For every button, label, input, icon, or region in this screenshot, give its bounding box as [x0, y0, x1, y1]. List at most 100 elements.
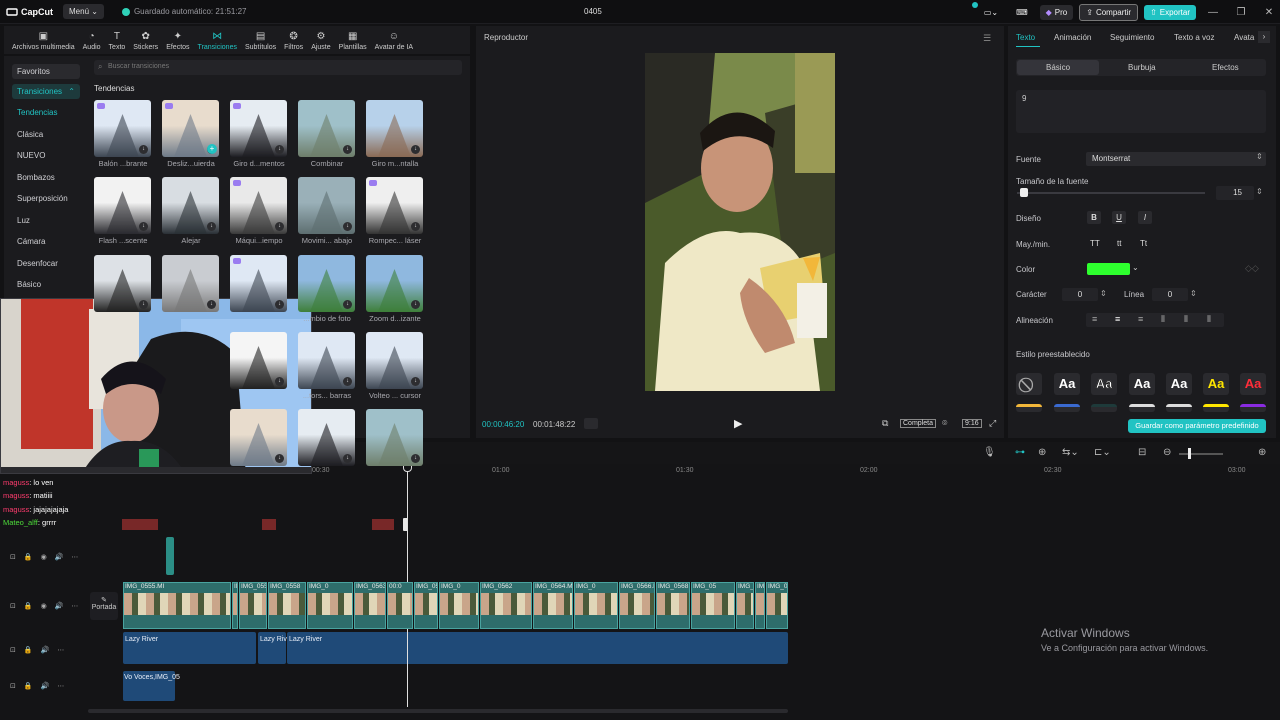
- keyboard-icon[interactable]: ⌨: [1010, 5, 1034, 20]
- properties-tab-2[interactable]: Seguimiento: [1110, 33, 1154, 42]
- download-icon[interactable]: ↓: [343, 300, 352, 309]
- download-icon[interactable]: ↓: [411, 377, 420, 386]
- properties-tab-0[interactable]: Texto: [1016, 33, 1035, 42]
- case-title-button[interactable]: Tt: [1140, 239, 1147, 248]
- category-8[interactable]: Básico: [17, 280, 41, 289]
- align-right-icon[interactable]: ≡: [1138, 314, 1143, 324]
- font-size-stepper-icon[interactable]: ⇕: [1256, 187, 1263, 196]
- download-icon[interactable]: ↓: [139, 300, 148, 309]
- download-icon[interactable]: ↓: [275, 377, 284, 386]
- subtab-0[interactable]: Básico: [1046, 63, 1070, 72]
- transition-thumbnail[interactable]: ↓+: [162, 100, 219, 157]
- save-preset-button[interactable]: Guardar como parámetro predefinido: [1128, 419, 1266, 433]
- zoom-slider[interactable]: [1179, 453, 1223, 455]
- download-icon[interactable]: ↓: [411, 300, 420, 309]
- download-icon[interactable]: ↓: [343, 222, 352, 231]
- eye-icon[interactable]: ◉: [41, 602, 47, 610]
- category-4[interactable]: Superposición: [17, 194, 68, 203]
- transition-thumbnail[interactable]: ↓: [162, 255, 219, 312]
- tool-subtitles[interactable]: ▤ Subtítulos: [241, 31, 280, 54]
- tool-templates[interactable]: ▦ Plantillas: [335, 31, 371, 54]
- line-stepper-icon[interactable]: ⇕: [1190, 289, 1197, 298]
- tool-filters[interactable]: ❂ Filtros: [280, 31, 307, 54]
- transition-thumbnail[interactable]: ↓: [162, 177, 219, 234]
- download-icon[interactable]: ↓: [275, 145, 284, 154]
- more-icon[interactable]: ⋯: [57, 646, 64, 654]
- tool-transitions[interactable]: ⋈ Transiciones: [194, 31, 241, 54]
- align-middle-icon[interactable]: ⦀: [1184, 314, 1188, 325]
- font-select[interactable]: Montserrat: [1086, 152, 1266, 166]
- underline-button[interactable]: U: [1112, 211, 1126, 224]
- play-button[interactable]: ▶: [734, 417, 742, 430]
- download-icon[interactable]: ↓: [207, 300, 216, 309]
- close-button[interactable]: ✕: [1258, 7, 1280, 18]
- font-size-slider[interactable]: [1017, 192, 1205, 194]
- transition-thumbnail[interactable]: ↓: [230, 100, 287, 157]
- preset-style-6[interactable]: Aa: [1240, 373, 1266, 395]
- preset-style-4[interactable]: Aa: [1166, 373, 1192, 395]
- color-dropdown-icon[interactable]: ⌄: [1132, 263, 1139, 272]
- track-toggle-icon[interactable]: ⊡: [10, 602, 16, 610]
- category-favorites[interactable]: Favoritos: [12, 64, 80, 79]
- download-icon[interactable]: ↓: [275, 222, 284, 231]
- category-6[interactable]: Cámara: [17, 237, 45, 246]
- char-stepper-icon[interactable]: ⇕: [1100, 289, 1107, 298]
- lock-icon[interactable]: 🔒: [24, 553, 33, 561]
- char-spacing-input[interactable]: 0: [1062, 288, 1098, 301]
- magnet-icon[interactable]: ⊶: [1015, 447, 1025, 458]
- preset-style-5[interactable]: Aa: [1203, 373, 1229, 395]
- screenshot-icon[interactable]: ⌾: [942, 418, 947, 429]
- view-mode-button[interactable]: Completa: [900, 419, 936, 428]
- more-icon[interactable]: ⋯: [57, 682, 64, 690]
- category-1[interactable]: Clásica: [17, 130, 43, 139]
- chevron-right-icon[interactable]: ›: [1258, 31, 1270, 43]
- download-icon[interactable]: ↓: [411, 222, 420, 231]
- lock-icon[interactable]: 🔒: [24, 682, 33, 690]
- preset-style-row2-5[interactable]: [1203, 404, 1229, 412]
- preset-style-row2-6[interactable]: [1240, 404, 1266, 412]
- tool-audio[interactable]: ◔ Audio: [79, 31, 105, 54]
- font-size-input[interactable]: 15: [1216, 186, 1254, 200]
- case-lowercase-button[interactable]: tt: [1117, 239, 1121, 248]
- properties-tab-3[interactable]: Texto a voz: [1174, 33, 1214, 42]
- marker-block[interactable]: [262, 519, 276, 530]
- timeline-view-icon[interactable]: [584, 418, 598, 429]
- properties-tab-4[interactable]: Avata: [1234, 33, 1254, 42]
- zoom-in-icon[interactable]: ⊕: [1258, 447, 1266, 458]
- transition-thumbnail[interactable]: ↓: [298, 100, 355, 157]
- subtab-2[interactable]: Efectos: [1212, 63, 1239, 72]
- marker-block[interactable]: [122, 519, 158, 530]
- download-icon[interactable]: ↓: [343, 145, 352, 154]
- volume-icon[interactable]: 🔊: [55, 602, 64, 610]
- category-transitions[interactable]: Transiciones ⌃: [12, 84, 80, 99]
- timeline-scrollbar[interactable]: [88, 709, 788, 713]
- bold-button[interactable]: B: [1087, 211, 1101, 224]
- lock-icon[interactable]: 🔒: [24, 602, 33, 610]
- marker-block[interactable]: [372, 519, 394, 530]
- text-clip[interactable]: [166, 537, 174, 575]
- transition-thumbnail[interactable]: ↓: [298, 177, 355, 234]
- track-toggle-icon[interactable]: ⊡: [10, 682, 16, 690]
- align-bottom-icon[interactable]: ⦀: [1207, 314, 1211, 325]
- tool-effects[interactable]: ✦ Efectos: [162, 31, 193, 54]
- volume-icon[interactable]: 🔊: [41, 682, 50, 690]
- case-uppercase-button[interactable]: TT: [1090, 239, 1100, 248]
- transition-thumbnail[interactable]: ↓: [366, 255, 423, 312]
- pro-button[interactable]: ◆ Pro: [1039, 4, 1074, 20]
- tool-text[interactable]: T Texto: [105, 31, 130, 54]
- download-icon[interactable]: ↓: [343, 454, 352, 463]
- search-input[interactable]: Buscar transiciones: [94, 60, 462, 75]
- preset-style-row2-3[interactable]: [1129, 404, 1155, 412]
- preset-style-1[interactable]: Aa: [1054, 373, 1080, 395]
- preset-style-2[interactable]: Aa: [1091, 373, 1117, 395]
- tool-sticker[interactable]: ✿ Stickers: [129, 31, 162, 54]
- transition-thumbnail[interactable]: ↓: [230, 177, 287, 234]
- transition-thumbnail[interactable]: ↓: [94, 100, 151, 157]
- audio-clip[interactable]: [287, 632, 788, 664]
- zoom-slider-handle[interactable]: [1188, 448, 1191, 459]
- transition-thumbnail[interactable]: ↓: [366, 409, 423, 466]
- download-icon[interactable]: ↓: [139, 145, 148, 154]
- eye-icon[interactable]: ◉: [41, 553, 47, 561]
- share-button[interactable]: ⇪ Compartir: [1079, 3, 1139, 21]
- tool-ai-avatar[interactable]: ☺ Avatar de IA: [371, 31, 417, 54]
